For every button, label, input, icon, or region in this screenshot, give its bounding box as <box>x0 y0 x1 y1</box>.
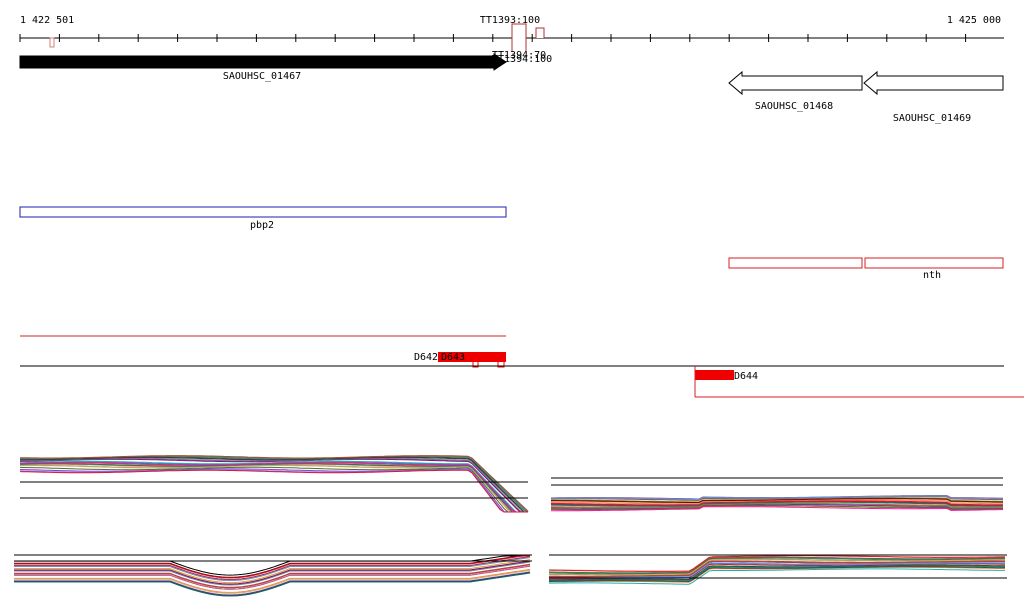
terminator-small-mark[interactable] <box>49 37 55 48</box>
expression-line <box>19 469 528 513</box>
expression-line <box>19 468 528 513</box>
expression-line <box>19 469 528 513</box>
expression-profile-lower-right <box>548 554 1007 585</box>
genome-browser-view: 1 422 501 1 425 000 TT1393:100 TT1394:70… <box>14 15 1024 597</box>
gene-arrow-saouhsc-01468[interactable] <box>728 70 863 96</box>
gene-arrow-saouhsc-01467[interactable] <box>19 53 507 71</box>
region-d642-label: D642 <box>414 352 438 363</box>
annotation-nth-label: nth <box>923 270 941 281</box>
region-track: D642 D643 D644 <box>20 335 1024 398</box>
region-d644-block[interactable] <box>695 370 734 380</box>
region-d644-label: D644 <box>734 371 758 382</box>
expression-line <box>19 466 528 513</box>
gene-label-saouhsc-01467: SAOUHSC_01467 <box>223 71 301 82</box>
ruler-end-label: 1 425 000 <box>947 15 1001 26</box>
terminator-label-tt1393: TT1393:100 <box>480 15 540 26</box>
annotation-left-box[interactable] <box>728 257 863 269</box>
annotation-track: pbp2 nth <box>19 206 1004 281</box>
ruler-start-label: 1 422 501 <box>20 15 74 26</box>
gene-arrow-saouhsc-01469[interactable] <box>863 70 1004 96</box>
expression-track <box>14 455 1007 597</box>
annotation-pbp2-box[interactable] <box>19 206 507 218</box>
terminator-tt1394-mark[interactable] <box>535 27 545 38</box>
expression-profile-lower-left <box>14 554 532 597</box>
gene-label-saouhsc-01469: SAOUHSC_01469 <box>893 113 971 124</box>
expression-profile-upper-left <box>19 455 529 513</box>
expression-profile-upper-right <box>550 477 1004 512</box>
terminator-tt1393-mark[interactable] <box>511 23 527 52</box>
gene-label-saouhsc-01468: SAOUHSC_01468 <box>755 101 833 112</box>
annotation-pbp2-label: pbp2 <box>250 220 274 231</box>
annotation-nth-box[interactable] <box>864 257 1004 269</box>
region-d643-label: D643 <box>441 352 465 363</box>
